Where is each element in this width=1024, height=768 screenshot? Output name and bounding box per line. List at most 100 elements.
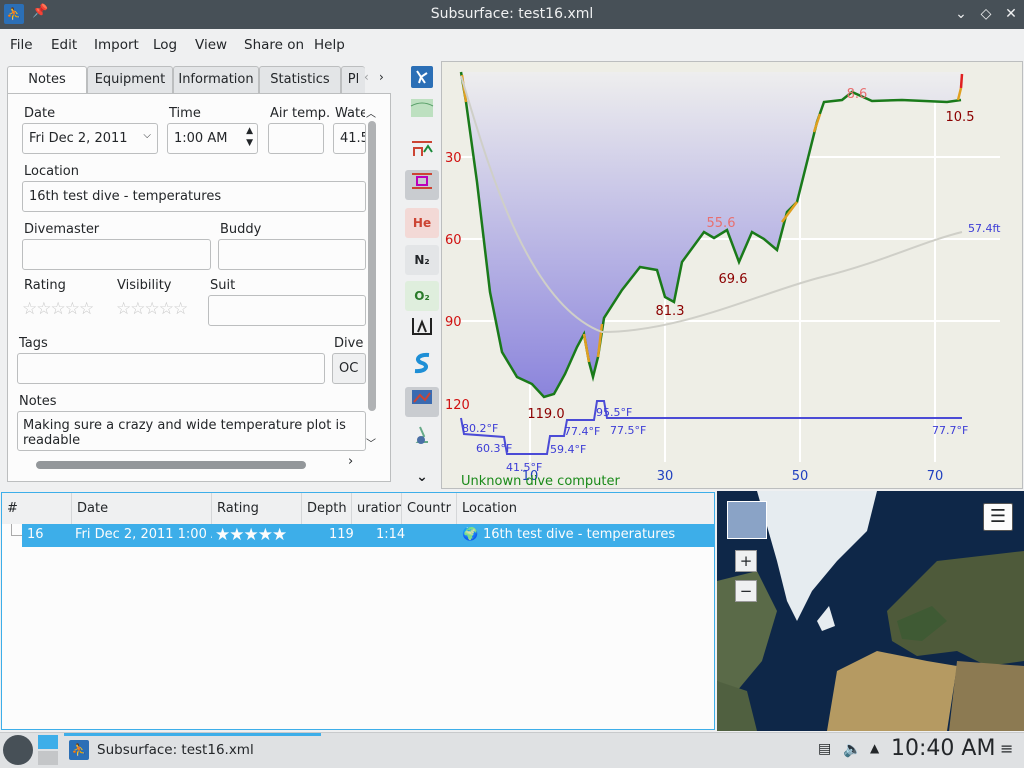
tray-expand-icon[interactable]: ▲ bbox=[870, 741, 879, 755]
menu-edit[interactable]: Edit bbox=[51, 37, 77, 53]
divemaster-label: Divemaster bbox=[24, 222, 100, 237]
oxygen-icon[interactable]: O₂ bbox=[405, 281, 439, 311]
scrollbar-thumb[interactable] bbox=[36, 461, 306, 469]
map-menu-icon[interactable]: ☰ bbox=[983, 503, 1013, 531]
menu-import[interactable]: Import bbox=[94, 37, 139, 53]
depth-tick-label: 60 bbox=[445, 233, 462, 248]
more-options-chevron-icon[interactable]: ⌄ bbox=[405, 462, 439, 492]
profile-toolbar: He N₂ O₂ ⌄ bbox=[402, 62, 440, 490]
task-label: Subsurface: test16.xml bbox=[97, 742, 254, 758]
max-depth-label: 55.6 bbox=[707, 216, 736, 231]
dive-profile-chart[interactable]: 30609012030 50 7010Unknown dive computer11… bbox=[442, 62, 1024, 490]
row-rating-stars: ★★★★★ bbox=[215, 525, 287, 545]
column-number[interactable]: # bbox=[2, 493, 72, 524]
divemaster-field[interactable] bbox=[22, 239, 211, 270]
application-launcher-icon[interactable] bbox=[3, 735, 33, 765]
dive-mode-select[interactable]: OC bbox=[332, 353, 366, 384]
pager-icon[interactable] bbox=[38, 735, 58, 765]
dive-computer-name: Unknown dive computer bbox=[461, 474, 621, 489]
menu-share-on[interactable]: Share on bbox=[244, 37, 304, 53]
date-value: Fri Dec 2, 2011 bbox=[29, 131, 128, 146]
row-location: 16th test dive - temperatures bbox=[483, 527, 676, 542]
scroll-up-icon[interactable]: ︿ bbox=[366, 105, 376, 120]
zoom-out-button[interactable]: − bbox=[735, 580, 757, 602]
task-subsurface[interactable]: ⛹ Subsurface: test16.xml bbox=[64, 733, 321, 768]
calculated-deco-icon[interactable] bbox=[405, 170, 439, 200]
location-field[interactable]: 16th test dive - temperatures bbox=[22, 181, 366, 212]
info-tabs: Notes Equipment Information Statistics P… bbox=[7, 66, 391, 94]
time-value: 1:00 AM bbox=[174, 131, 228, 146]
air-temp-field[interactable] bbox=[268, 123, 324, 154]
suit-field[interactable] bbox=[208, 295, 366, 326]
time-field[interactable]: 1:00 AM ▲ ▼ bbox=[167, 123, 258, 154]
depth-area bbox=[461, 72, 961, 397]
scale-icon[interactable] bbox=[405, 352, 439, 382]
tab-equipment[interactable]: Equipment bbox=[87, 66, 173, 93]
temperature-label: 60.3°F bbox=[476, 442, 512, 455]
ceiling-icon[interactable] bbox=[405, 98, 439, 128]
notes-textarea[interactable]: Making sure a crazy and wide temperature… bbox=[17, 411, 366, 451]
dive-stop-icon[interactable] bbox=[405, 138, 439, 168]
menu-view[interactable]: View bbox=[195, 37, 227, 53]
column-location[interactable]: Location bbox=[457, 493, 714, 524]
tab-planner[interactable]: Pl bbox=[341, 66, 365, 93]
notes-vertical-scrollbar[interactable]: ︿ ﹀ bbox=[363, 105, 379, 450]
table-row[interactable]: 16 Fri Dec 2, 2011 1:00 A... ★★★★★ 119 1… bbox=[22, 524, 715, 547]
spin-arrows-icon[interactable]: ▲ ▼ bbox=[246, 125, 253, 149]
tab-scroll-right-icon[interactable]: › bbox=[379, 70, 384, 84]
column-rating[interactable]: Rating bbox=[212, 493, 302, 524]
nitrogen-icon[interactable]: N₂ bbox=[405, 245, 439, 275]
zoom-in-button[interactable]: + bbox=[735, 550, 757, 572]
minimap[interactable] bbox=[727, 501, 767, 539]
menu-help[interactable]: Help bbox=[314, 37, 345, 53]
location-label: Location bbox=[24, 164, 79, 179]
helium-icon[interactable]: He bbox=[405, 208, 439, 238]
menu-bar: File Edit Import Log View Share on Help bbox=[0, 29, 1024, 60]
visibility-label: Visibility bbox=[117, 278, 172, 293]
tab-statistics[interactable]: Statistics bbox=[259, 66, 341, 93]
menu-log[interactable]: Log bbox=[153, 37, 177, 53]
heartrate-icon[interactable] bbox=[405, 424, 439, 454]
row-depth: 119 bbox=[329, 527, 354, 542]
tab-notes[interactable]: Notes bbox=[7, 66, 87, 94]
depth-ascent-warning bbox=[959, 73, 964, 89]
panel-menu-icon[interactable]: ≡ bbox=[1000, 739, 1013, 758]
rating-stars[interactable]: ☆☆☆☆☆ bbox=[22, 299, 94, 319]
scroll-down-icon[interactable]: ﹀ bbox=[366, 435, 376, 450]
chevron-down-icon: ⌵ bbox=[143, 130, 151, 141]
menu-file[interactable]: File bbox=[10, 37, 33, 53]
notes-panel: Date Fri Dec 2, 2011 ⌵ Time 1:00 AM ▲ ▼ Air… bbox=[7, 93, 391, 482]
visibility-stars[interactable]: ☆☆☆☆☆ bbox=[116, 299, 188, 319]
column-depth[interactable]: Depth bbox=[302, 493, 352, 524]
minimize-icon[interactable]: ⌄ bbox=[951, 4, 971, 24]
scroll-right-icon[interactable]: › bbox=[348, 454, 353, 469]
column-country[interactable]: Countr bbox=[402, 493, 457, 524]
row-number: 16 bbox=[27, 527, 44, 542]
volume-icon[interactable]: 🔈 bbox=[843, 740, 862, 758]
air-temp-label: Air temp. bbox=[270, 106, 331, 121]
ruler-icon[interactable] bbox=[405, 316, 439, 346]
maximize-icon[interactable]: ◇ bbox=[976, 4, 996, 24]
title-bar: ⛹ 📌 Subsurface: test16.xml ⌄ ◇ ✕ bbox=[0, 0, 1024, 29]
tab-information[interactable]: Information bbox=[173, 66, 259, 93]
column-duration[interactable]: uration bbox=[352, 493, 402, 524]
close-icon[interactable]: ✕ bbox=[1001, 4, 1021, 24]
profile-toggle-icon[interactable] bbox=[405, 66, 439, 96]
time-tick-label: 30 bbox=[657, 469, 674, 484]
tags-field[interactable] bbox=[17, 353, 325, 384]
min-depth-label: 119.0 bbox=[527, 407, 564, 422]
scrollbar-thumb[interactable] bbox=[368, 121, 376, 411]
pictures-icon[interactable] bbox=[405, 387, 439, 417]
date-label: Date bbox=[24, 106, 56, 121]
date-field[interactable]: Fri Dec 2, 2011 ⌵ bbox=[22, 123, 158, 154]
clock[interactable]: 10:40 AM bbox=[891, 736, 995, 761]
clipboard-icon[interactable]: ▤ bbox=[818, 741, 831, 757]
tab-scroll-left-icon[interactable]: ‹ bbox=[364, 70, 369, 84]
buddy-field[interactable] bbox=[218, 239, 366, 270]
taskbar: ⛹ Subsurface: test16.xml ▤ 🔈 ▲ 10:40 AM … bbox=[0, 732, 1024, 768]
temperature-label: 77.4°F bbox=[564, 425, 600, 438]
notes-horizontal-scrollbar[interactable]: › bbox=[20, 454, 365, 471]
water-temp-field[interactable]: 41.5 bbox=[333, 123, 366, 154]
world-map[interactable]: + − ☰ bbox=[717, 491, 1024, 731]
column-date[interactable]: Date bbox=[72, 493, 212, 524]
